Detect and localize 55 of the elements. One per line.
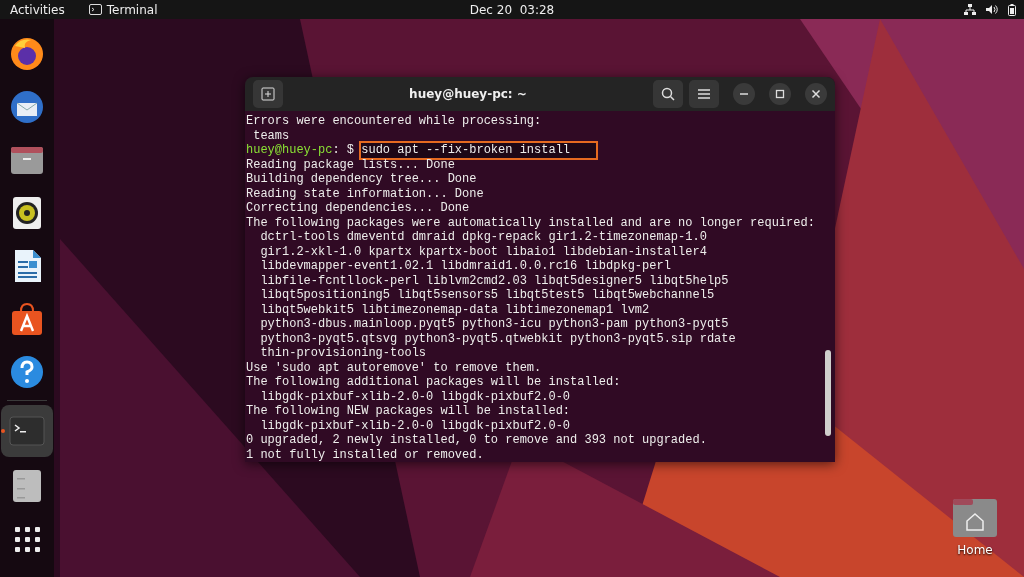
output-line: python3-pyqt5.qtsvg python3-pyqt5.qtwebkit python3-pyqt5.sip rdate <box>259 331 736 346</box>
home-folder-icon[interactable] <box>952 497 998 539</box>
output-line: libqt5webkit5 libtimezonemap-data libtimezonemap1 lvm2 <box>259 302 650 317</box>
output-line: Reading state information... Done <box>246 186 484 201</box>
output-line: 0 upgraded, 2 newly installed, 0 to remove and 393 not upgraded. <box>246 433 707 448</box>
clock[interactable]: Dec 20 03:28 <box>469 2 555 17</box>
battery-icon[interactable] <box>1008 3 1016 16</box>
window-title: huey@huey-pc: ~ <box>408 87 528 101</box>
output-line: python3-dbus.mainloop.pyqt5 python3-icu python3-pam python3-pyqt5 <box>259 317 729 332</box>
output-line: gir1.2-xkl-1.0 kpartx kpartx-boot libaio1 libdebian-installer4 <box>259 244 707 259</box>
search-icon <box>661 87 675 101</box>
network-icon[interactable] <box>964 4 976 15</box>
browser-icon <box>9 36 45 72</box>
output-line: Errors were encountered while processing: <box>246 114 542 129</box>
output-line: Use 'sudo apt autoremove' to remove them. <box>246 360 542 375</box>
output-line: libdevmapper-event1.02.1 libdmraid1.0.0.rc16 libdpkg-perl <box>259 259 671 274</box>
terminal-icon <box>9 413 45 449</box>
output-line: 1 not fully installed or removed. <box>246 447 484 462</box>
output-line: libgdk-pixbuf-xlib-2.0-0 libgdk-pixbuf2.0-0 <box>259 389 571 404</box>
minimize-icon <box>739 93 749 95</box>
scrollbar-thumb[interactable] <box>825 350 831 436</box>
output-line: libgdk-pixbuf-xlib-2.0-0 libgdk-pixbuf2.0-0 <box>259 418 571 433</box>
output-line: Reading package lists... Done <box>246 157 455 172</box>
terminal-icon <box>88 4 102 15</box>
output-line: The following additional packages will be installed: <box>246 375 621 390</box>
output-line: The following NEW packages will be installed: <box>246 404 571 419</box>
volume-icon[interactable] <box>986 4 998 15</box>
output-line: libqt5positioning5 libqt5sensors5 libqt5test5 libqt5webchannel5 <box>259 288 715 303</box>
new-tab-button[interactable] <box>253 80 283 108</box>
output-line: The following packages were automatically installed and are no longer required: <box>246 215 815 230</box>
output-line: dctrl-tools dmeventd dmraid dpkg-repack gir1.2-timezonemap-1.0 <box>259 230 707 245</box>
output-line: Correcting dependencies... Done <box>246 201 470 216</box>
help-icon <box>9 354 45 390</box>
desktop-icon-label[interactable]: Home <box>957 543 993 557</box>
running-indicator <box>1 429 5 433</box>
output-line: Building dependency tree... Done <box>246 172 477 187</box>
new-tab-icon <box>261 87 275 101</box>
shopping-bag-icon <box>9 301 45 337</box>
command-text: sudo apt --fix-broken install <box>361 143 597 158</box>
menu-icon <box>697 88 711 100</box>
close-icon <box>811 89 821 99</box>
maximize-icon <box>775 89 785 99</box>
maximize-button[interactable] <box>769 83 791 105</box>
prompt-user: huey@huey-pc <box>246 143 333 158</box>
output-line: libfile-fcntllock-perl liblvm2cmd2.03 libqt5designer5 libqt5help5 <box>259 273 729 288</box>
activities-button[interactable]: Activities <box>10 2 65 17</box>
minimize-button[interactable] <box>733 83 755 105</box>
mail-icon <box>9 89 45 125</box>
app-menu-label[interactable]: Terminal <box>106 2 158 17</box>
search-button[interactable] <box>653 80 683 108</box>
prompt-symbol: : $ <box>332 143 356 158</box>
output-line: thin-provisioning-tools <box>259 346 427 361</box>
menu-button[interactable] <box>689 80 719 108</box>
close-button[interactable] <box>805 83 827 105</box>
output-line: teams <box>252 128 290 143</box>
